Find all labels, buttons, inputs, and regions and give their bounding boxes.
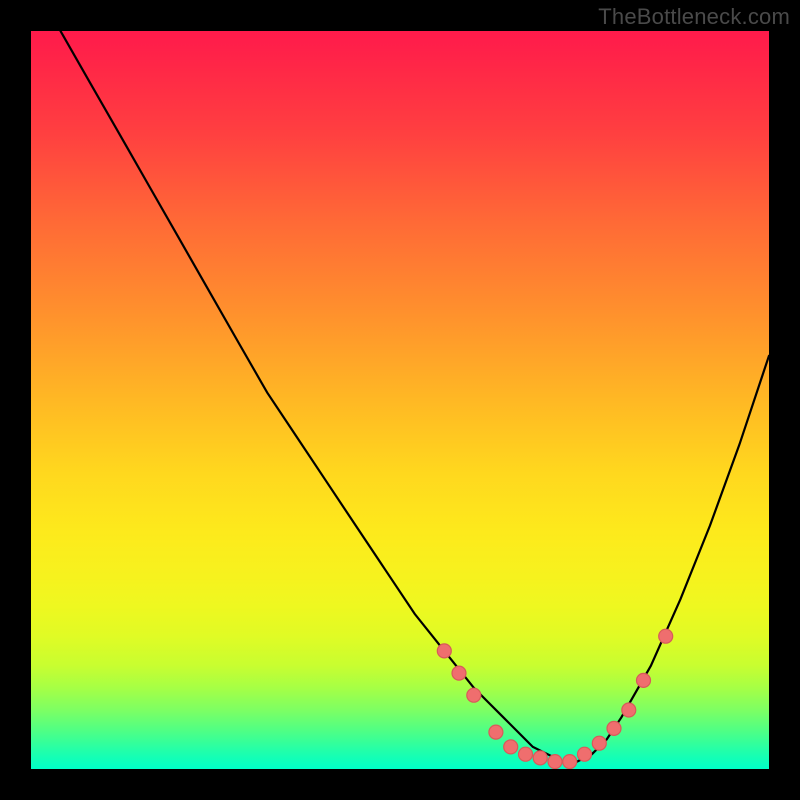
bottleneck-curve — [31, 31, 769, 762]
highlight-dot — [519, 747, 533, 761]
highlight-dot — [452, 666, 466, 680]
highlight-dot — [622, 703, 636, 717]
plot-area — [31, 31, 769, 769]
highlight-dot — [467, 688, 481, 702]
highlight-dot — [592, 736, 606, 750]
highlight-dot — [437, 644, 451, 658]
chart-stage: TheBottleneck.com — [0, 0, 800, 800]
highlight-dot — [637, 673, 651, 687]
highlight-dots-group — [437, 629, 672, 768]
highlight-dot — [489, 725, 503, 739]
highlight-dot — [563, 755, 577, 769]
highlight-dot — [533, 751, 547, 765]
highlight-dot — [578, 747, 592, 761]
highlight-dot — [548, 755, 562, 769]
highlight-dot — [607, 721, 621, 735]
highlight-dot — [504, 740, 518, 754]
highlight-dot — [659, 629, 673, 643]
attribution-text: TheBottleneck.com — [598, 4, 790, 30]
chart-svg — [31, 31, 769, 769]
